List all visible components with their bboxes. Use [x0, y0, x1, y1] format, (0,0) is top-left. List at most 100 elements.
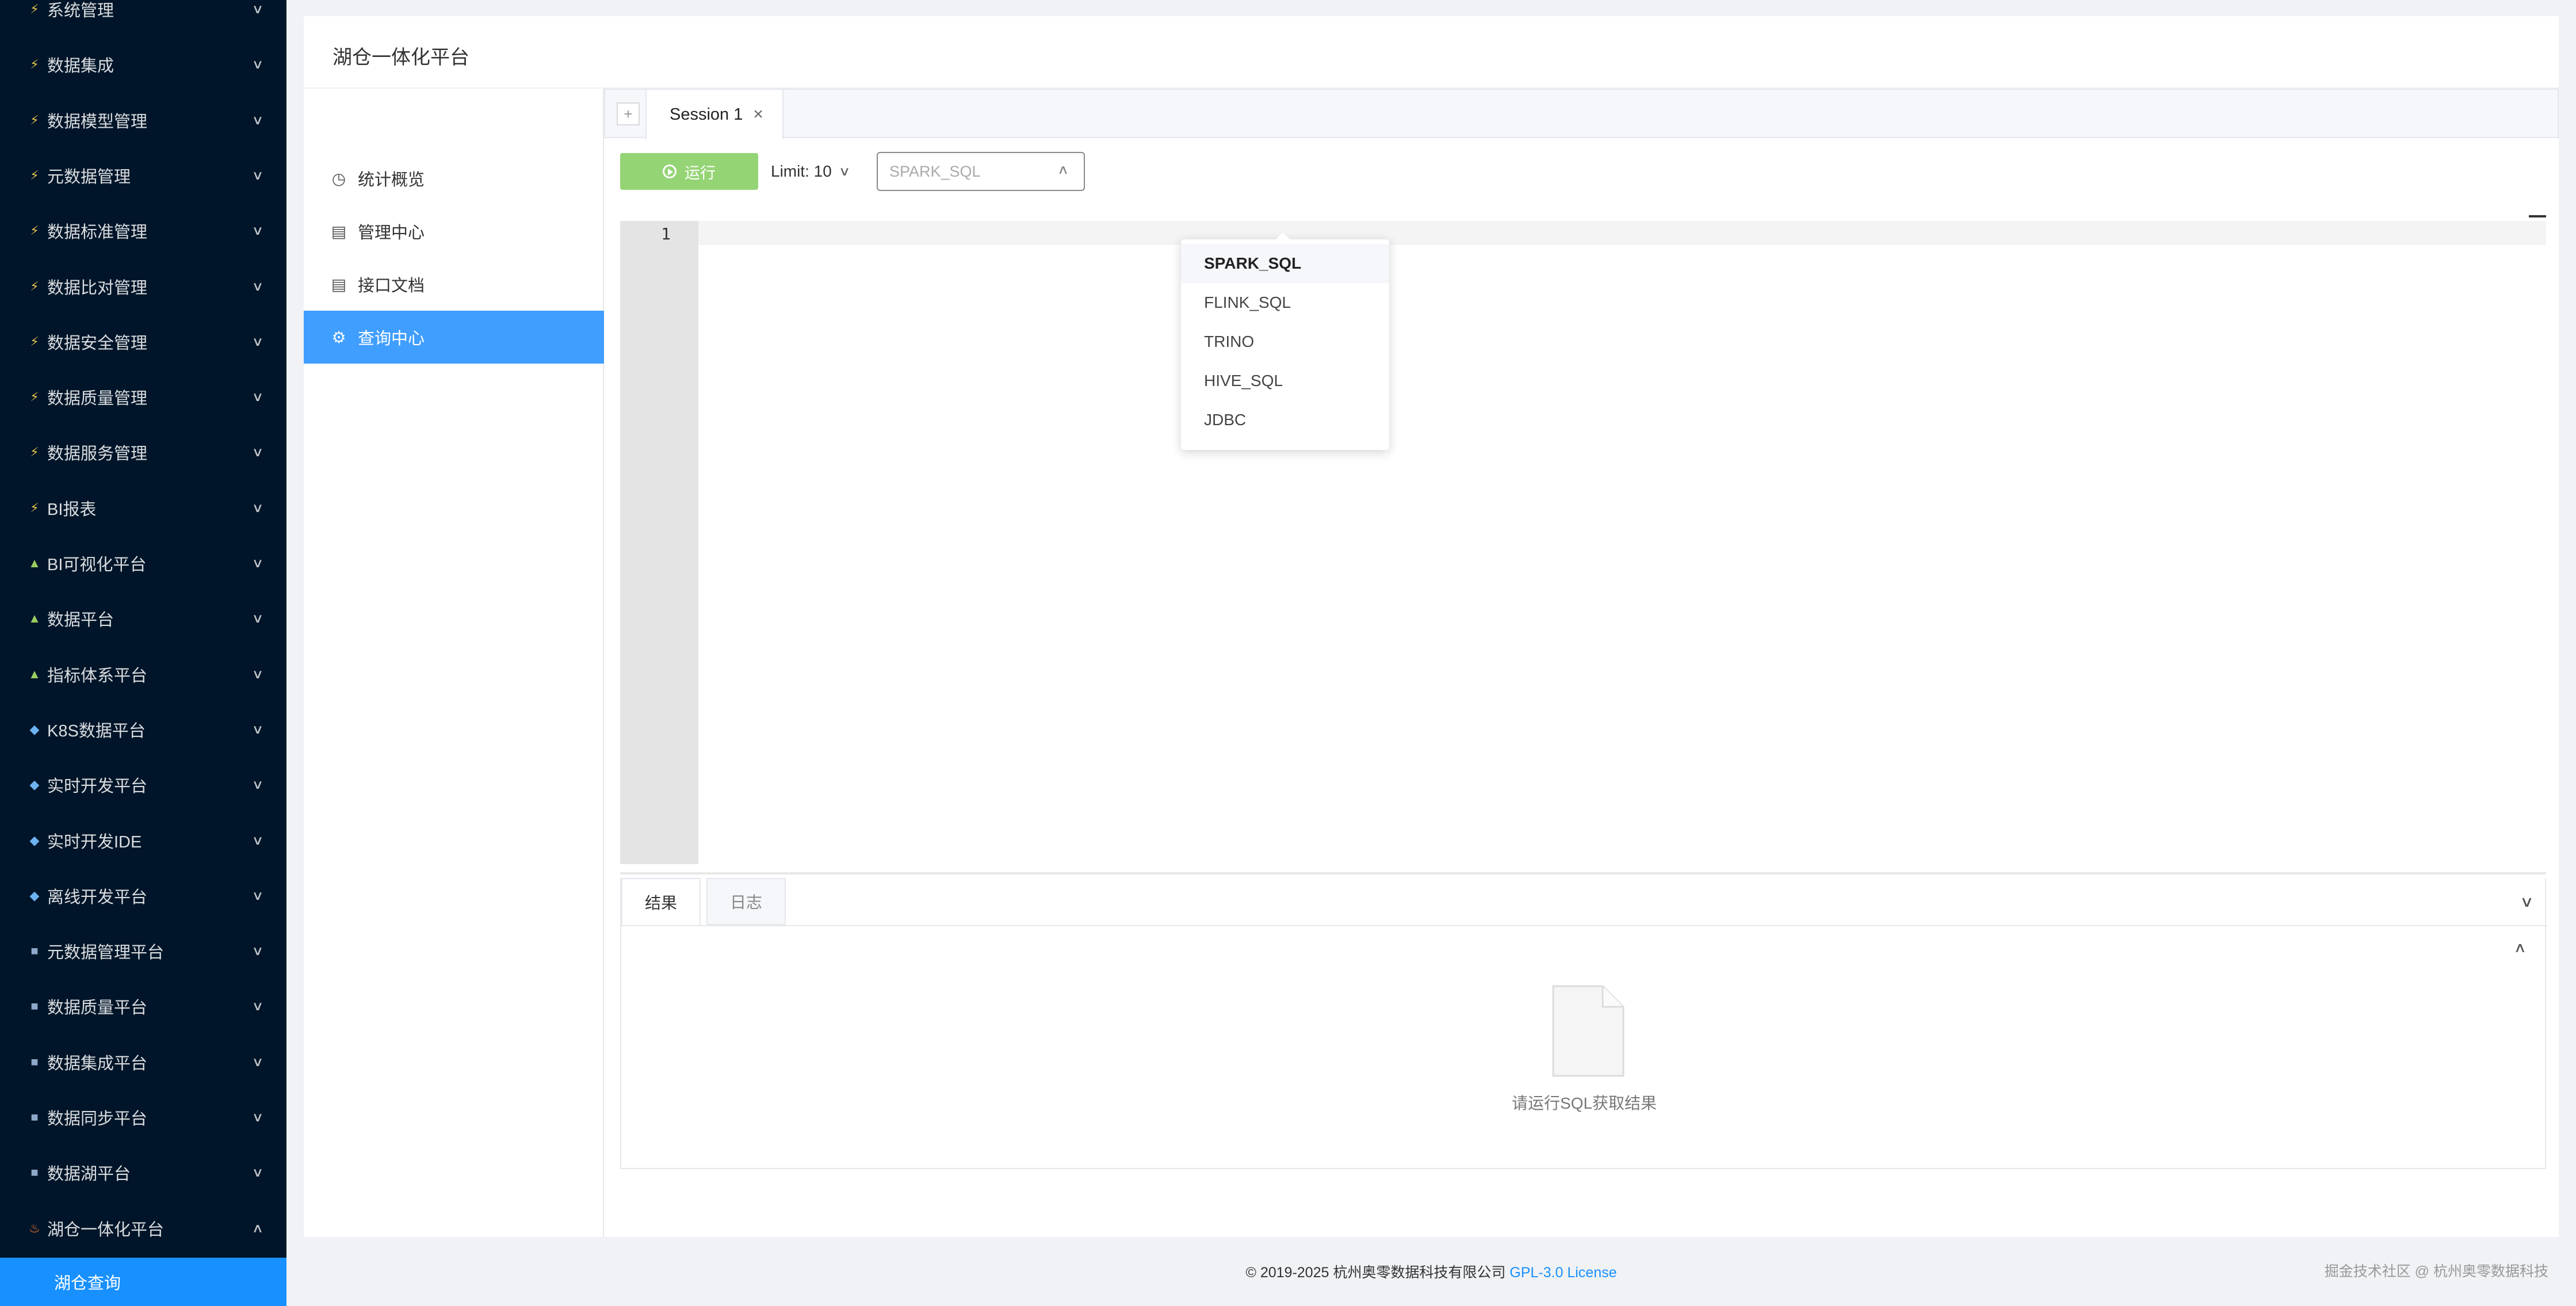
divider [621, 925, 2547, 926]
sidebar-item[interactable]: ◆ 离线开发平台 ∨ [0, 868, 286, 923]
sidebar-item-label: 数据模型管理 [47, 112, 148, 131]
chevron-down-icon[interactable]: ∨ [2520, 893, 2534, 911]
run-label: 运行 [685, 164, 716, 182]
line-number: 1 [661, 224, 671, 243]
chevron-down-icon: ∨ [838, 164, 851, 178]
bolt-icon: ⚡ [30, 57, 39, 72]
close-icon[interactable]: × [753, 105, 763, 124]
inner-menu-label: 接口文档 [358, 277, 425, 295]
database-icon: ■ [30, 1165, 39, 1180]
chevron-up-icon[interactable]: ∨ [2514, 940, 2527, 957]
chevron-down-icon: ∨ [251, 888, 264, 903]
sidebar-item[interactable]: ▲ 指标体系平台 ∨ [0, 647, 286, 702]
clipboard-icon: ▤ [331, 222, 347, 240]
chevron-down-icon: ∨ [251, 721, 264, 736]
engine-option[interactable]: FLINK_SQL [1181, 283, 1389, 322]
license-link[interactable]: GPL-3.0 License [1509, 1265, 1616, 1281]
sidebar-item-label: K8S数据平台 [47, 721, 146, 740]
document-icon: ▤ [331, 275, 347, 293]
engine-option[interactable]: JDBC [1181, 400, 1389, 440]
inner-menu-label: 管理中心 [358, 224, 425, 242]
chevron-down-icon: ∨ [251, 611, 264, 626]
sidebar-item[interactable]: ⚡ 数据标准管理 ∨ [0, 203, 286, 258]
limit-label: Limit: 10 [771, 162, 832, 180]
bolt-icon: ⚡ [30, 500, 39, 515]
engine-option[interactable]: SPARK_SQL [1181, 244, 1389, 283]
database-icon: ■ [30, 1054, 39, 1069]
engine-option[interactable]: TRINO [1181, 322, 1389, 361]
add-session-button[interactable]: + [617, 102, 640, 125]
sidebar-item[interactable]: ♨ 湖仓一体化平台 ∧ [0, 1201, 286, 1256]
tab-log[interactable]: 日志 [706, 878, 786, 925]
tab-session-1[interactable]: Session 1 × [645, 90, 783, 139]
engine-placeholder: SPARK_SQL [889, 162, 981, 180]
sidebar: ⚡ 系统管理 ∨ ⚡ 数据集成 ∨ ⚡ 数据模型管理 ∨ ⚡ 元数据管理 ∨ ⚡ 数据标准管理 ∨ ⚡ 数据比对… [0, 0, 286, 1306]
sidebar-item[interactable]: ■ 数据质量平台 ∨ [0, 979, 286, 1034]
session-tabs: + Session 1 × [604, 89, 2559, 139]
engine-select[interactable]: SPARK_SQL ∧ [877, 152, 1085, 191]
run-button[interactable]: 运行 [620, 153, 758, 190]
sidebar-item-label: 实时开发平台 [47, 777, 148, 796]
sidebar-item[interactable]: ⚡ 元数据管理 ∨ [0, 148, 286, 203]
sidebar-item-label: 数据比对管理 [47, 278, 148, 297]
inner-menu-item[interactable]: ◷ 统计概览 [304, 152, 604, 205]
query-center: + Session 1 × 运行 Limit: 10 ∨ SPARK_SQL ∧… [604, 89, 2559, 1237]
inner-menu-item[interactable]: ▤ 接口文档 [304, 258, 604, 311]
sidebar-item[interactable]: ◆ 实时开发IDE ∨ [0, 813, 286, 868]
inner-menu: ◷ 统计概览 ▤ 管理中心 ▤ 接口文档 ⚙ 查询中心 [304, 89, 604, 1237]
chevron-down-icon: ∨ [251, 777, 264, 792]
sidebar-item[interactable]: ■ 元数据管理平台 ∨ [0, 923, 286, 979]
sidebar-item-label: 数据服务管理 [47, 445, 148, 464]
bolt-icon: ⚡ [30, 334, 39, 349]
sidebar-item[interactable]: ⚡ 数据安全管理 ∨ [0, 314, 286, 369]
bolt-icon: ⚡ [30, 278, 39, 293]
limit-select[interactable]: Limit: 10 ∨ [771, 153, 851, 190]
sidebar-item[interactable]: ⚡ 系统管理 ∨ [0, 0, 286, 37]
chevron-down-icon: ∨ [251, 334, 264, 349]
active-line[interactable] [698, 221, 2546, 245]
sidebar-item[interactable]: ⚡ 数据服务管理 ∨ [0, 425, 286, 480]
sidebar-item[interactable]: ▲ 数据平台 ∨ [0, 591, 286, 646]
bolt-icon: ⚡ [30, 167, 39, 182]
sidebar-item[interactable]: ◆ 实时开发平台 ∨ [0, 757, 286, 812]
minimize-icon[interactable] [2529, 215, 2546, 217]
sidebar-item[interactable]: ⚡ 数据模型管理 ∨ [0, 93, 286, 148]
database-icon: ■ [30, 1110, 39, 1124]
sidebar-item-label: 系统管理 [47, 2, 114, 20]
inner-menu-item[interactable]: ⚙ 查询中心 [304, 311, 604, 364]
mountain-icon: ▲ [28, 611, 41, 626]
mountain-icon: ▲ [28, 666, 41, 681]
chevron-down-icon: ∨ [251, 57, 264, 72]
sidebar-subitem-active[interactable]: 湖仓查询 [0, 1258, 286, 1306]
chevron-down-icon: ∨ [251, 389, 264, 404]
sidebar-item[interactable]: ⚡ 数据集成 ∨ [0, 37, 286, 92]
sidebar-item[interactable]: ◆ K8S数据平台 ∨ [0, 702, 286, 757]
bolt-icon: ⚡ [30, 112, 39, 127]
sql-editor[interactable]: 1 [620, 215, 2546, 864]
empty-text: 请运行SQL获取结果 [1511, 1094, 1657, 1112]
result-panel: 结果 日志 ∨ ∨ 请运行SQL获取结果 [620, 878, 2547, 1169]
tab-result[interactable]: 结果 [621, 878, 701, 925]
sidebar-item[interactable]: ■ 数据湖平台 ∨ [0, 1145, 286, 1200]
engine-option[interactable]: HIVE_SQL [1181, 361, 1389, 400]
sidebar-item-label: 数据集成平台 [47, 1054, 148, 1073]
sidebar-item-label: 数据质量管理 [47, 389, 148, 408]
sidebar-item[interactable]: ⚡ BI报表 ∨ [0, 480, 286, 536]
line-gutter: 1 [620, 221, 698, 864]
chevron-up-icon: ∧ [251, 1220, 264, 1235]
fire-icon: ♨ [29, 1220, 40, 1235]
inner-menu-item[interactable]: ▤ 管理中心 [304, 205, 604, 258]
sidebar-item[interactable]: ▲ BI可视化平台 ∨ [0, 536, 286, 591]
sidebar-item[interactable]: ⚡ 数据质量管理 ∨ [0, 369, 286, 425]
dashboard-icon: ◷ [331, 169, 346, 188]
main-card: 湖仓一体化平台 ◷ 统计概览 ▤ 管理中心 ▤ 接口文档 ⚙ 查询中心 + Session 1… [304, 16, 2559, 1237]
chevron-down-icon: ∨ [251, 278, 264, 293]
sidebar-item[interactable]: ■ 数据同步平台 ∨ [0, 1090, 286, 1145]
chevron-up-icon: ∧ [1057, 162, 1069, 177]
bolt-icon: ⚡ [30, 445, 39, 460]
sidebar-item[interactable]: ⚡ 数据比对管理 ∨ [0, 259, 286, 314]
sidebar-item[interactable]: ■ 数据集成平台 ∨ [0, 1034, 286, 1090]
chevron-down-icon: ∨ [251, 833, 264, 847]
resize-handle[interactable] [620, 872, 2546, 875]
empty-document-icon [1552, 985, 1625, 1077]
